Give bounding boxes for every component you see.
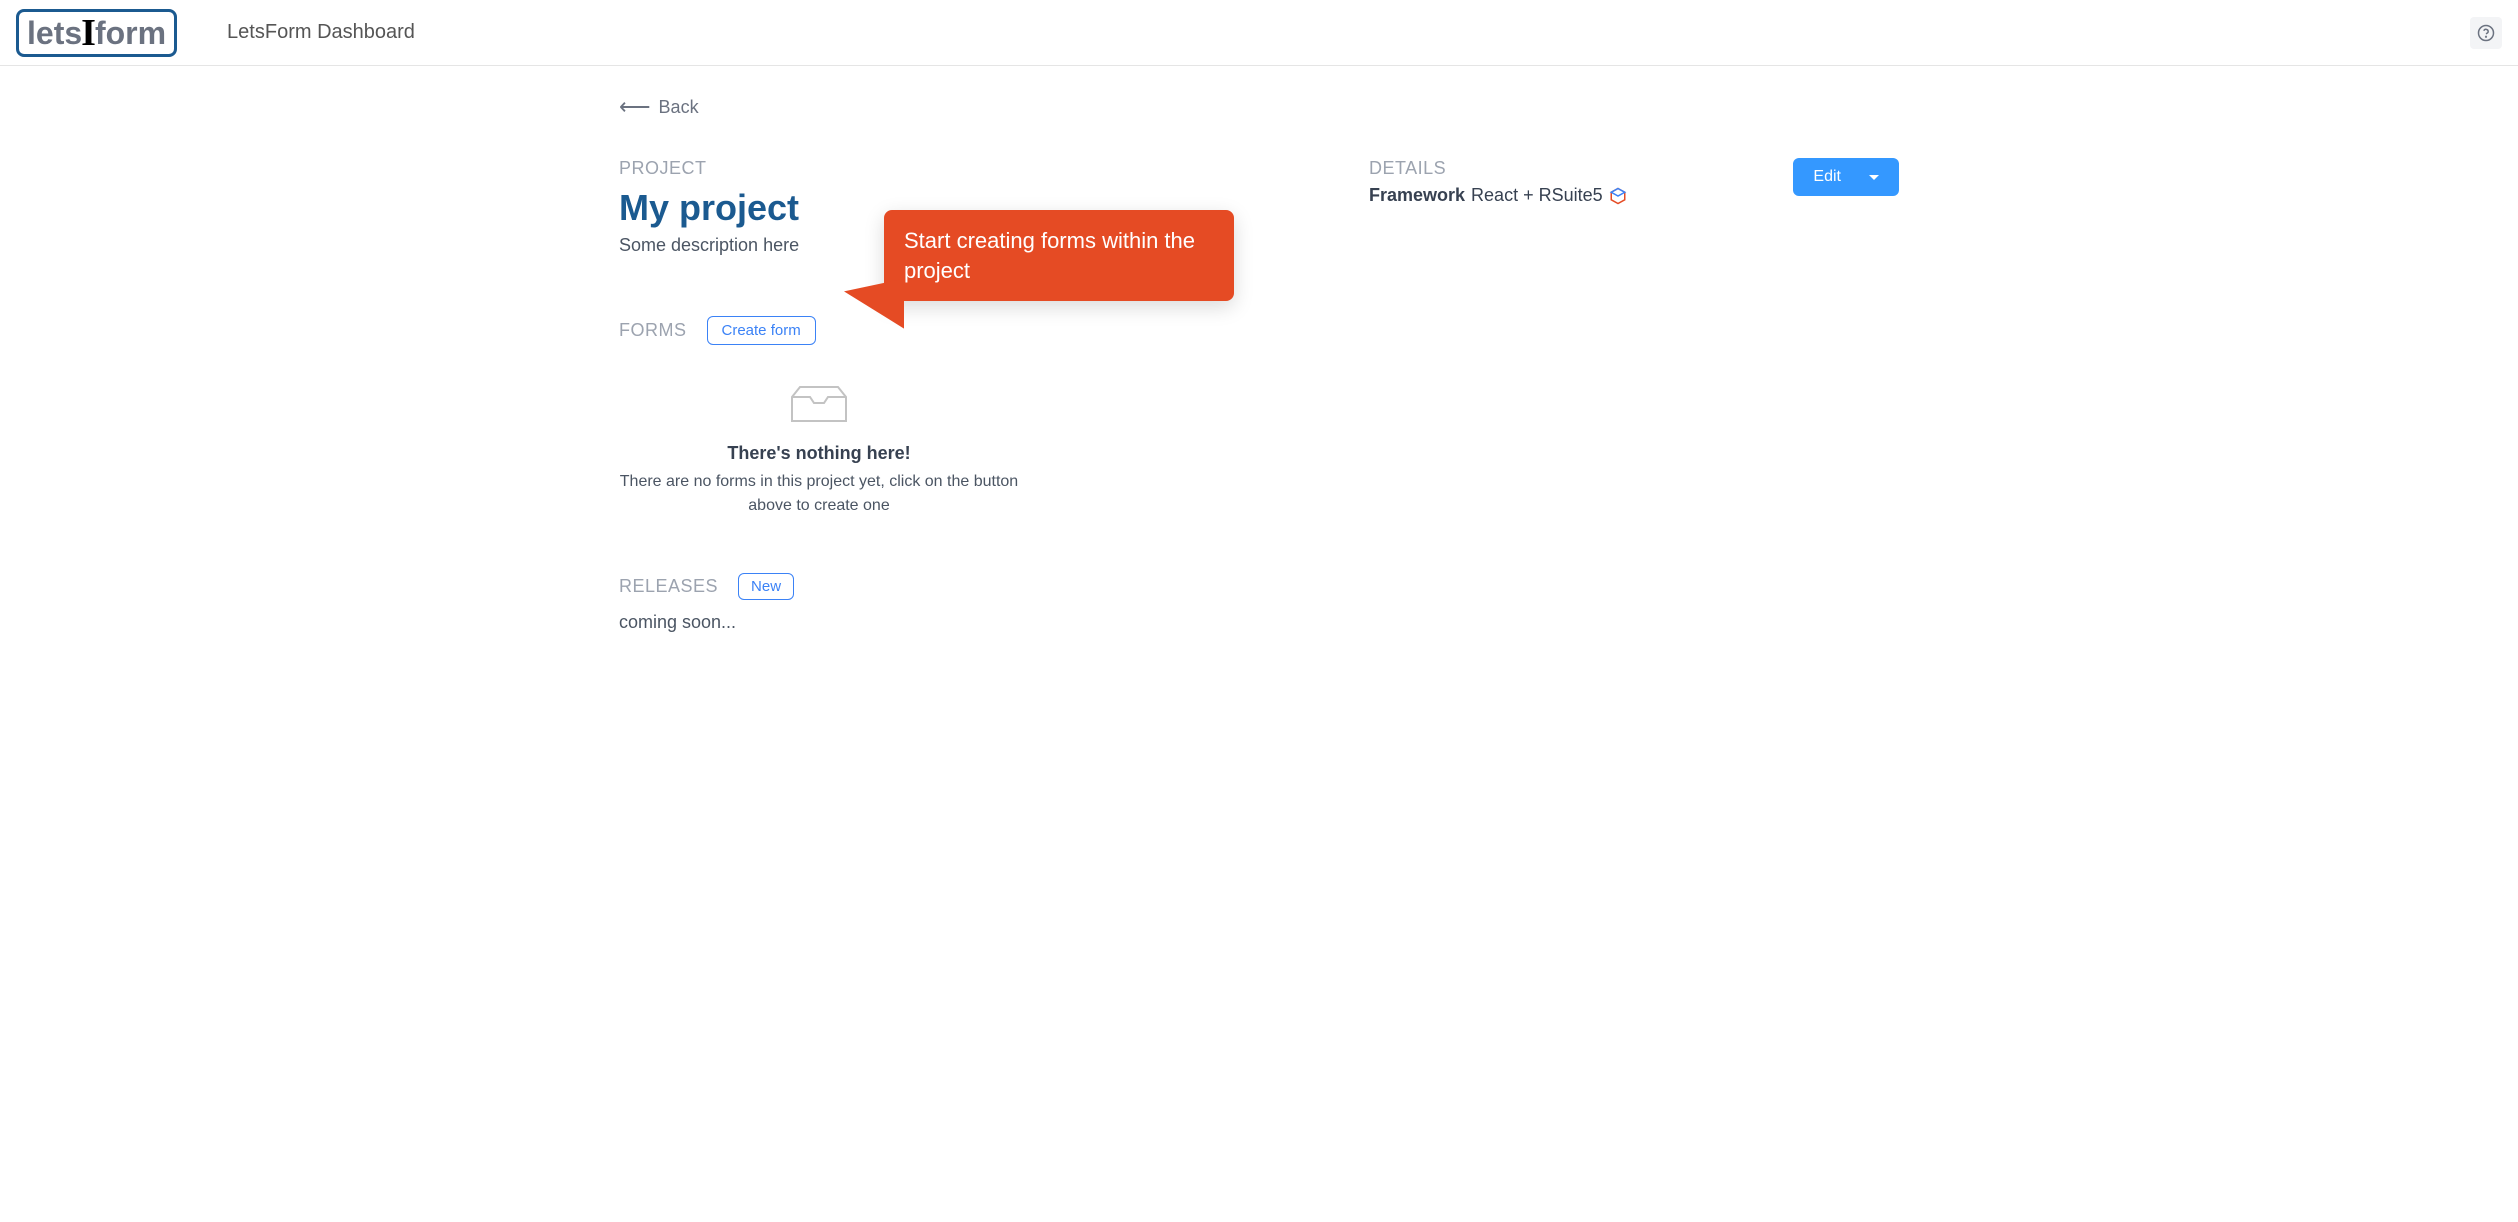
rsuite-icon: [1609, 187, 1627, 205]
help-icon: [2477, 24, 2495, 42]
forms-empty-state: There's nothing here! There are no forms…: [619, 385, 1019, 518]
logo-cursor-icon: I: [81, 14, 96, 52]
project-section-label: PROJECT: [619, 158, 1329, 179]
create-form-button[interactable]: Create form: [707, 316, 816, 345]
new-release-button[interactable]: New: [738, 573, 794, 600]
empty-box-icon: [619, 385, 1019, 425]
details-section-label: DETAILS: [1369, 158, 1627, 179]
page-title: LetsForm Dashboard: [227, 21, 415, 44]
framework-value: React + RSuite5: [1471, 185, 1603, 206]
caret-down-icon: [1869, 175, 1879, 180]
back-link[interactable]: ⟵ Back: [619, 96, 699, 118]
releases-section-label: RELEASES: [619, 576, 718, 597]
edit-button-label: Edit: [1813, 168, 1841, 186]
empty-state-desc: There are no forms in this project yet, …: [619, 470, 1019, 518]
edit-button[interactable]: Edit: [1793, 158, 1899, 196]
logo[interactable]: lets I form: [16, 9, 177, 57]
annotation-callout: Start creating forms within the project: [884, 210, 1234, 301]
arrow-left-icon: ⟵: [619, 96, 651, 118]
logo-form: form: [95, 17, 166, 49]
callout-text: Start creating forms within the project: [904, 228, 1195, 283]
releases-coming-soon: coming soon...: [619, 612, 1329, 633]
details-framework-row: Framework React + RSuite5: [1369, 185, 1627, 206]
empty-state-title: There's nothing here!: [619, 443, 1019, 464]
back-label: Back: [659, 97, 699, 118]
framework-label: Framework: [1369, 185, 1465, 206]
forms-section-label: FORMS: [619, 320, 687, 341]
logo-lets: lets: [27, 17, 82, 49]
help-button[interactable]: [2470, 17, 2502, 49]
app-header: lets I form LetsForm Dashboard: [0, 0, 2518, 66]
